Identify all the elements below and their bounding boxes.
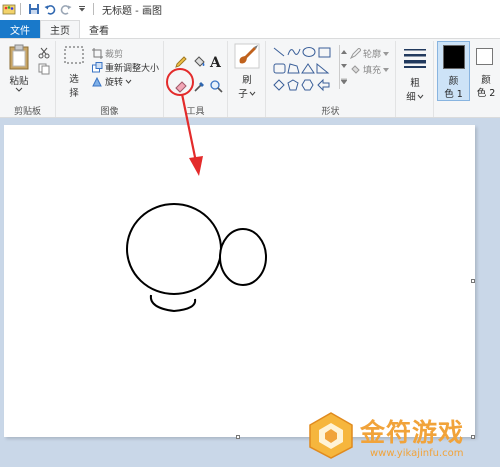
separator bbox=[20, 3, 21, 15]
size-button[interactable]: 粗 细 bbox=[400, 47, 430, 103]
resize-handle-bottom[interactable] bbox=[236, 435, 240, 439]
fill-bucket-icon[interactable] bbox=[192, 55, 206, 69]
outline-label: 轮廓 bbox=[363, 50, 382, 60]
brush-icon bbox=[234, 43, 260, 69]
title-bar: 无标题 - 画图 bbox=[0, 0, 500, 18]
size-label-1: 粗 bbox=[410, 78, 420, 89]
image-group-label: 图像 bbox=[100, 107, 119, 117]
select-label-1: 选 bbox=[69, 74, 79, 85]
rotate-label: 旋转 bbox=[105, 78, 124, 88]
pencil-icon[interactable] bbox=[174, 55, 188, 69]
chevron-down-icon bbox=[249, 91, 256, 96]
chevron-down-icon bbox=[383, 67, 390, 72]
brushes-label-2-wrap: 子 bbox=[238, 86, 256, 100]
crop-label: 裁剪 bbox=[105, 50, 124, 60]
brushes-group: 刷 子 bbox=[228, 41, 266, 117]
color1-button[interactable]: 颜 色 1 bbox=[437, 41, 470, 101]
redo-icon[interactable] bbox=[59, 2, 73, 16]
outline-icon bbox=[350, 48, 361, 59]
size-label-2: 细 bbox=[406, 92, 416, 103]
rotate-icon bbox=[92, 76, 102, 87]
shapes-scroll[interactable] bbox=[339, 45, 347, 89]
save-icon[interactable] bbox=[27, 2, 41, 16]
brushes-label-2: 子 bbox=[238, 89, 248, 100]
resize-label: 重新调整大小 bbox=[105, 64, 160, 74]
color2-button[interactable]: 颜 色 2 bbox=[472, 41, 500, 101]
select-button[interactable]: 选 择 bbox=[62, 45, 86, 99]
color1-label-1: 颜 bbox=[448, 76, 459, 87]
annotation-arrow bbox=[180, 93, 203, 176]
text-icon[interactable]: A bbox=[209, 54, 223, 69]
image-group: 选 择 裁剪 重新调整大小 旋转 图像 bbox=[56, 41, 164, 117]
color1-swatch bbox=[443, 45, 465, 69]
resize-handle-right[interactable] bbox=[471, 279, 475, 283]
ribbon: 粘贴 剪贴板 选 择 裁剪 重新调整大小 旋转 图像 A 工具 刷 子 轮廓 填… bbox=[0, 38, 500, 118]
color2-swatch bbox=[476, 48, 493, 65]
chevron-down-icon bbox=[340, 64, 347, 68]
shapes-group: 轮廓 填充 形状 bbox=[266, 41, 396, 117]
clipboard-group: 粘贴 剪贴板 bbox=[0, 41, 56, 117]
shapes-group-label: 形状 bbox=[321, 107, 340, 117]
copy-icon[interactable] bbox=[38, 63, 50, 75]
select-rectangle-icon bbox=[64, 46, 84, 64]
tab-home[interactable]: 主页 bbox=[40, 20, 80, 38]
outline-button[interactable]: 轮廓 bbox=[350, 47, 390, 60]
chevron-down-icon bbox=[15, 87, 23, 92]
drawing-canvas[interactable] bbox=[4, 125, 475, 439]
separator bbox=[93, 3, 94, 15]
resize-button[interactable]: 重新调整大小 bbox=[92, 61, 159, 74]
paint-app-icon bbox=[2, 4, 16, 15]
color2-label-1: 颜 bbox=[481, 75, 491, 86]
customize-quick-access-icon[interactable] bbox=[75, 2, 89, 16]
size-label-2-wrap: 细 bbox=[406, 89, 424, 103]
paste-label: 粘贴 bbox=[9, 76, 29, 87]
watermark-title: 金符游戏 bbox=[360, 418, 465, 447]
color-picker-icon[interactable] bbox=[192, 79, 206, 93]
color1-label-2: 色 1 bbox=[444, 89, 463, 100]
clipboard-icon bbox=[9, 44, 29, 70]
watermark: 金符游戏 www.yikajinfu.com bbox=[290, 405, 500, 467]
expand-icon bbox=[340, 78, 347, 84]
chevron-down-icon bbox=[383, 51, 390, 56]
watermark-logo-icon bbox=[309, 412, 353, 459]
paste-button[interactable]: 粘贴 bbox=[4, 43, 34, 92]
crop-icon bbox=[92, 48, 103, 59]
fill-icon bbox=[351, 65, 360, 74]
chevron-down-icon bbox=[125, 79, 132, 84]
window-title: 无标题 - 画图 bbox=[102, 5, 162, 17]
chevron-down-icon bbox=[417, 94, 424, 99]
drawing bbox=[126, 203, 267, 313]
undo-icon[interactable] bbox=[43, 2, 57, 16]
brushes-label-1: 刷 bbox=[242, 75, 252, 86]
brushes-button[interactable]: 刷 子 bbox=[232, 43, 262, 100]
resize-icon bbox=[92, 62, 103, 73]
cut-icon[interactable] bbox=[38, 47, 50, 59]
svg-text:A: A bbox=[209, 55, 222, 69]
shapes-gallery[interactable] bbox=[272, 45, 338, 93]
chevron-up-icon bbox=[340, 50, 347, 54]
tab-file[interactable]: 文件 bbox=[0, 20, 40, 38]
fill-button[interactable]: 填充 bbox=[350, 63, 390, 76]
ribbon-tabs: 文件 主页 查看 bbox=[0, 18, 500, 38]
line-width-icon bbox=[404, 49, 426, 68]
clipboard-group-label: 剪贴板 bbox=[13, 107, 41, 117]
watermark-url: www.yikajinfu.com bbox=[370, 448, 464, 459]
fill-label: 填充 bbox=[363, 66, 382, 76]
tab-view[interactable]: 查看 bbox=[80, 20, 118, 38]
size-group: 粗 细 bbox=[396, 41, 434, 117]
crop-button[interactable]: 裁剪 bbox=[92, 47, 123, 60]
select-label-2: 择 bbox=[69, 88, 79, 99]
color2-label-2: 色 2 bbox=[476, 88, 496, 99]
magnifier-icon[interactable] bbox=[209, 79, 223, 93]
rotate-button[interactable]: 旋转 bbox=[92, 75, 132, 88]
